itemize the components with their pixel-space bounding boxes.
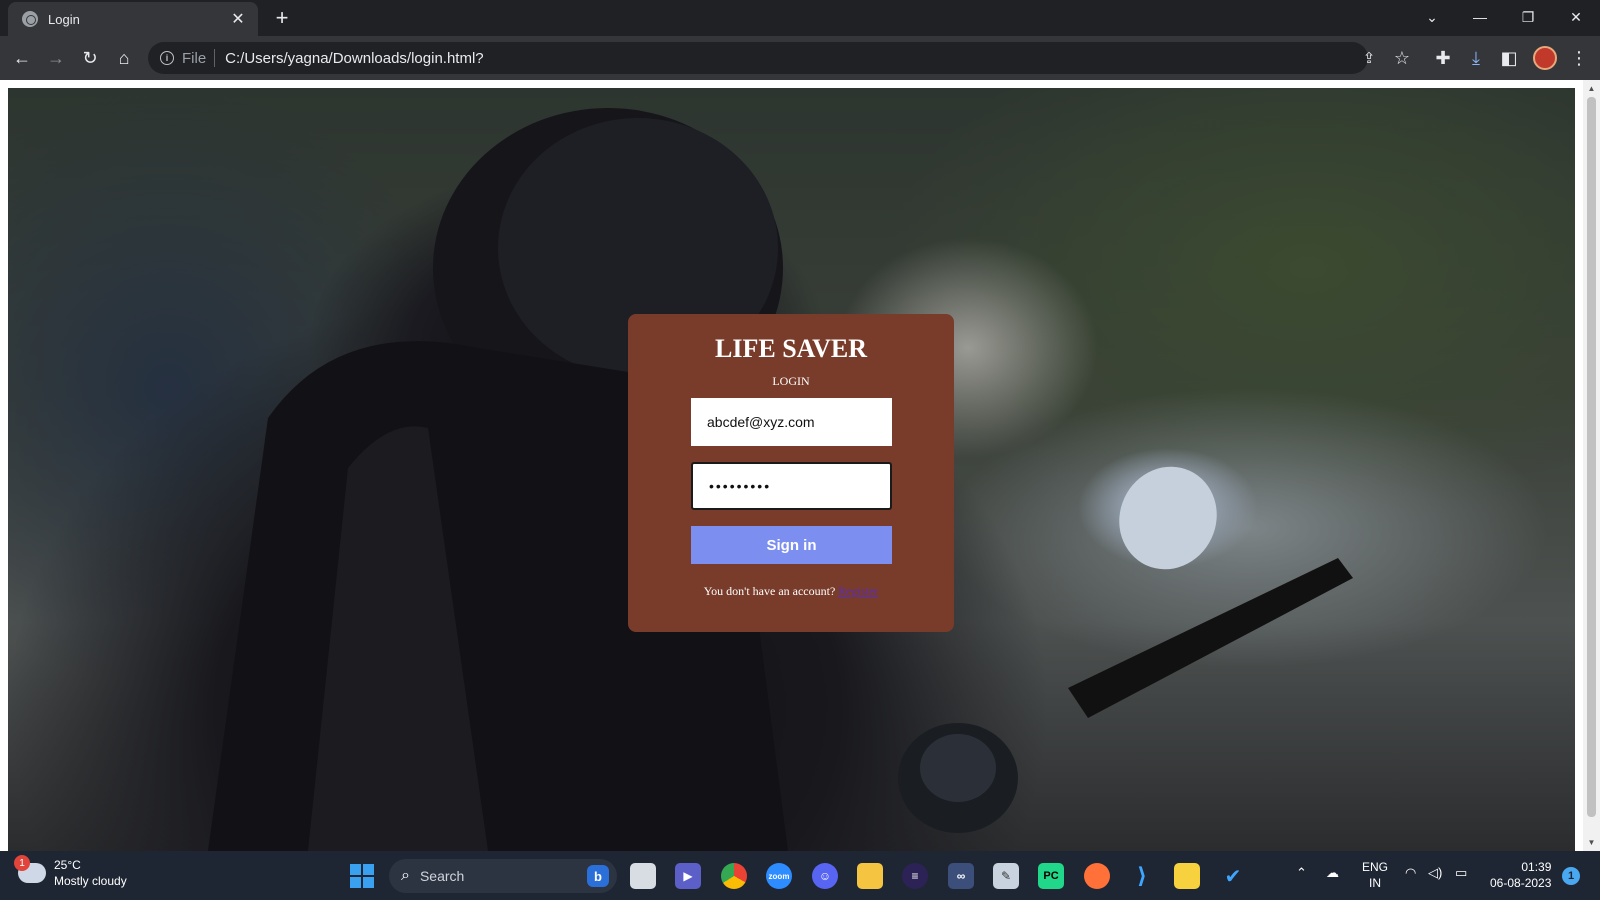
windows-taskbar: 1 25°C Mostly cloudy ⌕ Search b ▶ zoom ☺… (0, 851, 1600, 900)
side-panel-icon[interactable]: ◧ (1495, 44, 1523, 72)
extensions-icon[interactable]: ✚ (1429, 44, 1457, 72)
login-heading: LOGIN (772, 374, 810, 388)
pycharm-icon[interactable]: PC (1038, 863, 1064, 889)
weather-widget[interactable]: 1 25°C Mostly cloudy (14, 855, 127, 889)
windows-start-icon[interactable] (350, 864, 374, 888)
register-row: You don't have an account? Register (628, 584, 954, 599)
register-prompt: You don't have an account? (703, 584, 836, 598)
taskbar-search[interactable]: ⌕ Search b (389, 859, 617, 893)
todo-icon[interactable]: ✔ (1220, 863, 1246, 889)
cloud-icon: 1 (14, 855, 46, 883)
firefox-icon[interactable] (1084, 863, 1110, 889)
task-view-icon[interactable] (630, 863, 656, 889)
menu-icon[interactable]: ⋮ (1565, 44, 1593, 72)
reload-icon[interactable]: ↻ (76, 44, 104, 72)
browser-tab-strip: Login ✕ + ⌄ — ❐ ✕ (0, 0, 1600, 36)
onedrive-icon[interactable]: ☁ (1326, 865, 1339, 881)
clock[interactable]: 01:39 06-08-2023 (1490, 859, 1551, 891)
page-scrollbar[interactable]: ▲ ▼ (1583, 80, 1600, 851)
forward-icon[interactable]: → (42, 44, 70, 72)
url-text[interactable]: C:/Users/yagna/Downloads/login.html? (225, 50, 483, 67)
home-icon[interactable]: ⌂ (110, 44, 138, 72)
download-icon[interactable]: ⤓ (1462, 44, 1490, 72)
notepad-icon[interactable]: ✎ (993, 863, 1019, 889)
login-card: LIFE SAVER LOGIN Sign in You don't have … (628, 314, 954, 632)
close-window-icon[interactable]: ✕ (1556, 4, 1596, 30)
scheme-label: File (182, 49, 207, 67)
tab-search-icon[interactable]: ⌄ (1412, 4, 1452, 30)
clock-time: 01:39 (1521, 860, 1552, 874)
clock-date: 06-08-2023 (1490, 876, 1552, 890)
scroll-up-icon[interactable]: ▲ (1583, 80, 1600, 97)
sign-in-button[interactable]: Sign in (691, 526, 892, 564)
email-input[interactable] (691, 398, 892, 446)
tab-title: Login (48, 11, 80, 27)
language-indicator[interactable]: ENG IN (1362, 859, 1388, 891)
sticky-notes-icon[interactable] (1174, 863, 1200, 889)
back-icon[interactable]: ← (8, 44, 36, 72)
tray-overflow-icon[interactable]: ⌃ (1296, 865, 1307, 881)
vscode-icon[interactable]: ⟩ (1129, 863, 1155, 889)
register-link[interactable]: Register (838, 584, 878, 598)
chrome-icon[interactable] (721, 863, 747, 889)
scroll-down-icon[interactable]: ▼ (1583, 834, 1600, 851)
search-label: Search (419, 868, 465, 884)
profile-avatar[interactable] (1533, 46, 1557, 70)
folder-icon[interactable] (857, 863, 883, 889)
address-bar[interactable]: i File C:/Users/yagna/Downloads/login.ht… (148, 42, 1368, 74)
search-icon: ⌕ (401, 867, 410, 884)
wifi-icon[interactable]: ◠ (1405, 865, 1416, 881)
minimize-icon[interactable]: — (1460, 4, 1500, 30)
browser-toolbar: ← → ↻ ⌂ i File C:/Users/yagna/Downloads/… (0, 36, 1600, 80)
globe-icon (22, 11, 38, 27)
info-icon[interactable]: i (160, 51, 174, 65)
battery-icon[interactable]: ▭ (1455, 865, 1467, 881)
bing-icon[interactable]: b (587, 865, 609, 887)
volume-icon[interactable]: ◁) (1428, 865, 1442, 881)
eclipse-icon[interactable]: ≡ (902, 863, 928, 889)
weather-condition: Mostly cloudy (54, 874, 127, 888)
weather-temperature: 25°C (54, 858, 81, 872)
omnibox-divider (214, 49, 216, 67)
new-tab-button[interactable]: + (270, 5, 294, 30)
discord-icon[interactable]: ☺ (812, 863, 838, 889)
password-input[interactable] (691, 462, 892, 510)
scrollbar-thumb[interactable] (1587, 97, 1596, 817)
restore-icon[interactable]: ❐ (1508, 4, 1548, 30)
bookmark-star-icon[interactable]: ☆ (1388, 44, 1416, 72)
share-icon[interactable]: ⇪ (1355, 44, 1383, 72)
brand-title: LIFE SAVER (715, 334, 867, 363)
meet-icon[interactable]: ▶ (675, 863, 701, 889)
zoom-icon[interactable]: zoom (766, 863, 792, 889)
weather-badge: 1 (14, 855, 30, 871)
browser-tab-login[interactable]: Login ✕ (8, 2, 258, 36)
visual-studio-icon[interactable]: ∞ (948, 863, 974, 889)
tab-close-icon[interactable]: ✕ (228, 9, 248, 29)
notification-badge[interactable]: 1 (1562, 867, 1580, 885)
